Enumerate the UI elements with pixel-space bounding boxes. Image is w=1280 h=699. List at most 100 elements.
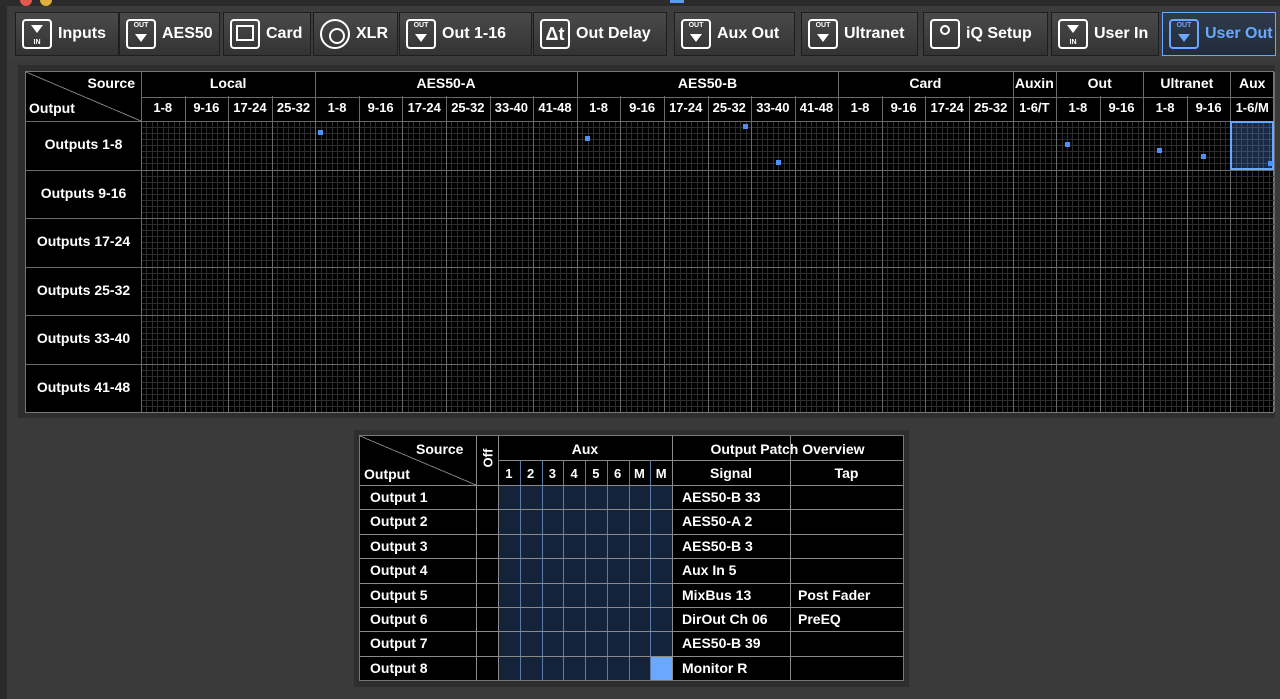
- patch-cell[interactable]: [1188, 365, 1231, 413]
- patch-cell[interactable]: [1101, 122, 1144, 170]
- patch-cell[interactable]: [273, 316, 316, 364]
- patch-cell[interactable]: [709, 171, 752, 219]
- aux-patch-cell[interactable]: [499, 608, 520, 631]
- aux-patch-cell[interactable]: [499, 657, 520, 680]
- aux-patch-cell[interactable]: [630, 559, 651, 582]
- patch-cell[interactable]: [970, 171, 1013, 219]
- patch-cell[interactable]: [796, 316, 839, 364]
- patch-cell[interactable]: [839, 268, 882, 316]
- patch-cell[interactable]: [316, 365, 359, 413]
- patch-cell[interactable]: [1057, 122, 1100, 170]
- aux-patch-cell[interactable]: [630, 510, 651, 533]
- patch-cell[interactable]: [534, 171, 577, 219]
- aux-patch-cell[interactable]: [543, 657, 564, 680]
- patch-cell[interactable]: [1057, 171, 1100, 219]
- patch-cell[interactable]: [578, 316, 621, 364]
- aux-patch-cell[interactable]: [651, 584, 672, 607]
- aux-patch-cell[interactable]: [499, 535, 520, 558]
- patch-cell[interactable]: [621, 268, 664, 316]
- aux-patch-cell[interactable]: [564, 657, 585, 680]
- patch-cell[interactable]: [621, 171, 664, 219]
- tab-xlr[interactable]: XLR: [313, 12, 398, 56]
- patch-cell[interactable]: [1231, 268, 1274, 316]
- aux-patch-cell[interactable]: [608, 559, 629, 582]
- patch-cell[interactable]: [1101, 268, 1144, 316]
- tab-iq-setup[interactable]: iQ Setup: [923, 12, 1048, 56]
- patch-cell[interactable]: [578, 268, 621, 316]
- patch-cell[interactable]: [360, 171, 403, 219]
- patch-cell[interactable]: [534, 219, 577, 267]
- patch-cell[interactable]: [1057, 365, 1100, 413]
- patch-cell[interactable]: [447, 219, 490, 267]
- patch-cell[interactable]: [883, 219, 926, 267]
- patch-cell[interactable]: [970, 122, 1013, 170]
- patch-cell[interactable]: [273, 365, 316, 413]
- aux-patch-cell[interactable]: [608, 510, 629, 533]
- tab-ultranet[interactable]: OUT Ultranet: [801, 12, 918, 56]
- patch-cell[interactable]: [796, 268, 839, 316]
- patch-cell[interactable]: [1057, 316, 1100, 364]
- patch-cell[interactable]: [1057, 268, 1100, 316]
- aux-patch-cell[interactable]: [564, 486, 585, 509]
- patch-cell[interactable]: [752, 122, 795, 170]
- patch-cell[interactable]: [926, 365, 969, 413]
- patch-cell[interactable]: [1188, 122, 1231, 170]
- aux-patch-cell[interactable]: [521, 486, 542, 509]
- tab-aux-out[interactable]: OUT Aux Out: [674, 12, 795, 56]
- patch-cell[interactable]: [709, 122, 752, 170]
- aux-patch-cell[interactable]: [651, 657, 672, 680]
- patch-cell[interactable]: [186, 268, 229, 316]
- patch-cell[interactable]: [839, 365, 882, 413]
- aux-patch-cell[interactable]: [630, 632, 651, 655]
- aux-patch-cell[interactable]: [586, 657, 607, 680]
- patch-cell[interactable]: [665, 219, 708, 267]
- aux-patch-cell[interactable]: [608, 486, 629, 509]
- aux-patch-cell[interactable]: [608, 608, 629, 631]
- off-cell[interactable]: [477, 559, 498, 582]
- tab-card[interactable]: Card: [223, 12, 311, 56]
- off-cell[interactable]: [477, 632, 498, 655]
- aux-patch-cell[interactable]: [499, 584, 520, 607]
- patch-cell[interactable]: [665, 365, 708, 413]
- patch-cell[interactable]: [1014, 122, 1057, 170]
- aux-patch-cell[interactable]: [586, 535, 607, 558]
- aux-patch-cell[interactable]: [586, 486, 607, 509]
- aux-patch-cell[interactable]: [564, 510, 585, 533]
- patch-cell[interactable]: [360, 268, 403, 316]
- patch-cell[interactable]: [578, 219, 621, 267]
- patch-cell[interactable]: [1144, 171, 1187, 219]
- patch-cell[interactable]: [142, 316, 185, 364]
- patch-cell[interactable]: [926, 268, 969, 316]
- patch-cell[interactable]: [883, 268, 926, 316]
- patch-cell[interactable]: [970, 219, 1013, 267]
- patch-cell[interactable]: [316, 316, 359, 364]
- aux-patch-cell[interactable]: [521, 657, 542, 680]
- patch-cell[interactable]: [491, 219, 534, 267]
- patch-cell[interactable]: [1101, 316, 1144, 364]
- aux-patch-cell[interactable]: [521, 510, 542, 533]
- patch-cell[interactable]: [1188, 316, 1231, 364]
- patch-cell[interactable]: [1101, 219, 1144, 267]
- patch-cell[interactable]: [186, 122, 229, 170]
- patch-cell[interactable]: [970, 268, 1013, 316]
- patch-cell[interactable]: [142, 268, 185, 316]
- aux-patch-cell[interactable]: [651, 632, 672, 655]
- patch-cell[interactable]: [883, 365, 926, 413]
- aux-patch-cell[interactable]: [564, 584, 585, 607]
- aux-patch-cell[interactable]: [564, 559, 585, 582]
- aux-patch-cell[interactable]: [521, 608, 542, 631]
- patch-cell[interactable]: [1231, 365, 1274, 413]
- patch-cell[interactable]: [229, 171, 272, 219]
- aux-patch-cell[interactable]: [521, 584, 542, 607]
- aux-patch-cell[interactable]: [630, 535, 651, 558]
- patch-cell[interactable]: [534, 122, 577, 170]
- patch-cell[interactable]: [1101, 365, 1144, 413]
- patch-cell[interactable]: [578, 122, 621, 170]
- patch-cell[interactable]: [709, 268, 752, 316]
- tab-user-out[interactable]: OUT User Out: [1162, 12, 1276, 56]
- patch-cell[interactable]: [316, 219, 359, 267]
- patch-cell[interactable]: [926, 171, 969, 219]
- patch-cell[interactable]: [360, 219, 403, 267]
- patch-cell[interactable]: [709, 219, 752, 267]
- patch-cell[interactable]: [186, 219, 229, 267]
